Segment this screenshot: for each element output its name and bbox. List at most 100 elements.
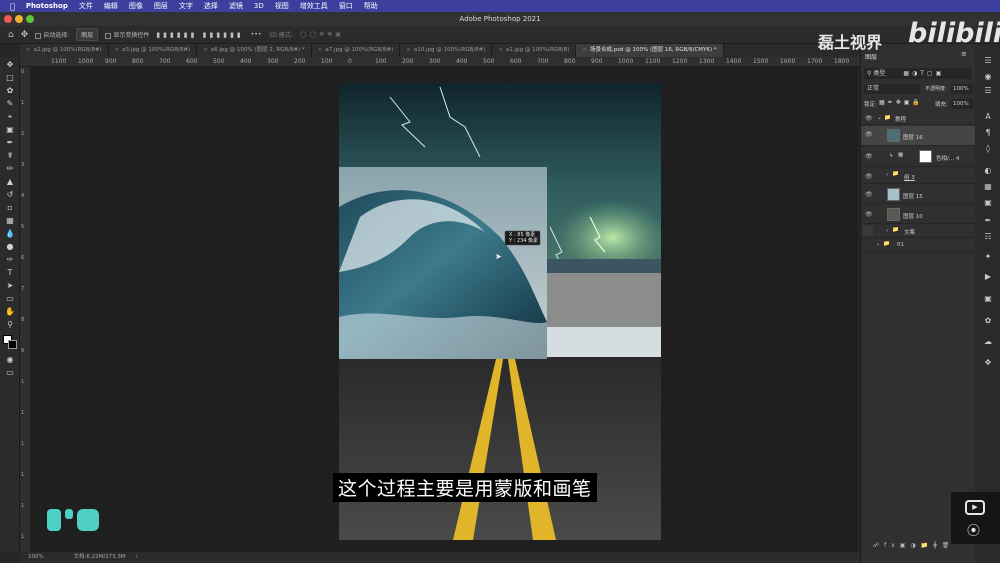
hidden-visibility-toggle[interactable] [863, 226, 873, 236]
auto-select-checkbox[interactable]: 自动选择: [35, 30, 69, 39]
zoom-level[interactable]: 100% [28, 554, 44, 560]
info-icon[interactable]: ▣ [983, 294, 993, 304]
layer-row[interactable]: 👁 图层 15 [861, 185, 976, 204]
home-icon[interactable]: ⌂ [8, 30, 14, 40]
align-icons[interactable]: ▮▮▮▮▮▮ ▮▮▮▮▮▮ [156, 31, 243, 39]
quick-select-icon[interactable]: ✎ [5, 99, 15, 109]
layer-row-selected[interactable]: 👁 图层 16 [861, 126, 976, 146]
move-tool-icon[interactable]: ✥ [21, 30, 29, 40]
layer-row-group[interactable]: › 📁 01 [861, 239, 976, 252]
tv-play-icon[interactable]: ▶ [965, 500, 985, 515]
cloud-icon[interactable]: ☁ [983, 337, 993, 347]
type-tool-icon[interactable]: T [5, 268, 15, 278]
zoom-window-button[interactable] [26, 15, 34, 23]
rectangle-tool-icon[interactable]: ▭ [5, 294, 15, 304]
share-icon[interactable]: ⦿ [967, 520, 980, 539]
layers-panel-icon[interactable]: ☰ [983, 56, 993, 66]
chevron-right-icon[interactable]: › [886, 228, 888, 234]
eraser-tool-icon[interactable]: ▫ [5, 203, 15, 213]
crop-tool-icon[interactable]: ⌖ [5, 112, 15, 122]
chevron-right-icon[interactable]: › [877, 242, 879, 248]
hand-tool-icon[interactable]: ✋ [5, 307, 15, 317]
color-icon[interactable]: ◐ [983, 166, 993, 176]
lasso-tool-icon[interactable]: ✿ [5, 86, 15, 96]
app-menu[interactable]: Photoshop [26, 2, 68, 10]
fill-input[interactable]: 100% [951, 99, 973, 109]
tab-a10[interactable]: × a10.jpg @ 100%(RGB/8#) [400, 44, 493, 57]
panel-menu-icon[interactable]: ≡ [961, 50, 967, 58]
marquee-tool-icon[interactable]: □ [5, 73, 15, 83]
menu-type[interactable]: 文字 [179, 1, 193, 11]
eye-icon[interactable]: 👁 [865, 191, 873, 198]
menu-edit[interactable]: 编辑 [104, 1, 118, 11]
patterns-icon[interactable]: ▣ [983, 198, 993, 208]
layer-row-group[interactable]: 👁 ⌄ 📁 教程 [861, 112, 976, 125]
blur-tool-icon[interactable]: 💧 [5, 229, 15, 239]
color-swatches-icon[interactable] [3, 335, 17, 349]
properties-icon[interactable]: ☶ [983, 232, 993, 242]
layer-row-group[interactable]: 👁 › 📁 组 3 [861, 168, 976, 184]
close-icon[interactable]: × [26, 47, 31, 53]
swatches-icon[interactable]: ▦ [983, 182, 993, 192]
dodge-tool-icon[interactable]: ● [5, 242, 15, 252]
close-icon[interactable]: × [498, 47, 503, 53]
tab-a1[interactable]: × a1.jpg @ 100%(RGB/8) [492, 44, 577, 57]
healing-brush-icon[interactable]: ☤ [5, 151, 15, 161]
close-icon[interactable]: × [406, 47, 411, 53]
layer-row[interactable]: 👁 图层 10 [861, 205, 976, 224]
tab-scene-composite[interactable]: × 场景合成.psd @ 100% (图层 16, RGB/8/CMYK) * [576, 44, 724, 57]
chevron-right-icon[interactable]: › [135, 554, 137, 560]
eye-icon[interactable]: 👁 [865, 211, 873, 218]
menu-3d[interactable]: 3D [254, 2, 264, 10]
menu-plugins[interactable]: 增效工具 [300, 1, 328, 11]
eyedropper-icon[interactable]: ✒ [5, 138, 15, 148]
menu-layer[interactable]: 图层 [154, 1, 168, 11]
minimize-window-button[interactable] [15, 15, 23, 23]
transform-icon[interactable]: ✥ [983, 358, 993, 368]
menu-view[interactable]: 视图 [275, 1, 289, 11]
frame-tool-icon[interactable]: ▣ [5, 125, 15, 135]
blend-mode-dropdown[interactable]: 正常 [864, 84, 920, 94]
history-brush-icon[interactable]: ↺ [5, 190, 15, 200]
zoom-tool-icon[interactable]: ⚲ [5, 320, 15, 330]
tab-a2[interactable]: × a2.jpg @ 100%(RGB/8#) [20, 44, 109, 57]
eye-icon[interactable]: 👁 [865, 173, 873, 180]
play-icon[interactable]: ▶ [983, 272, 993, 282]
close-icon[interactable]: × [318, 47, 323, 53]
character-icon[interactable]: A [983, 112, 993, 122]
screen-mode-icon[interactable]: ▭ [5, 368, 15, 378]
apple-icon[interactable]:  [10, 2, 15, 11]
close-icon[interactable]: × [582, 47, 587, 53]
menu-file[interactable]: 文件 [79, 1, 93, 11]
chevron-down-icon[interactable]: ⌄ [877, 115, 882, 121]
filter-icons[interactable]: ▦◑T▢▣ [903, 70, 944, 77]
layer-row-adjustment[interactable]: 👁 ↳ ▦ 色相/... 4 [861, 147, 976, 167]
path-select-icon[interactable]: ➤ [5, 281, 15, 291]
channels-icon[interactable]: ◉ [983, 72, 993, 82]
lock-icons[interactable]: ▦✒✥▣🔒 [879, 99, 923, 106]
more-icon[interactable]: ••• [251, 31, 262, 38]
quick-mask-icon[interactable]: ◉ [5, 355, 15, 365]
chevron-right-icon[interactable]: › [886, 172, 888, 178]
tools-preset-icon[interactable]: ✦ [983, 252, 993, 262]
menu-select[interactable]: 选择 [204, 1, 218, 11]
gradient-tool-icon[interactable]: ▦ [5, 216, 15, 226]
close-window-button[interactable] [4, 15, 12, 23]
show-transform-checkbox[interactable]: 显示变换控件 [105, 30, 149, 39]
panel-title[interactable]: 图层 [865, 52, 877, 61]
menu-filter[interactable]: 滤镜 [229, 1, 243, 11]
paragraph-icon[interactable]: ¶ [983, 128, 993, 138]
eye-icon[interactable]: 👁 [865, 153, 873, 160]
menu-window[interactable]: 窗口 [339, 1, 353, 11]
layer-actions[interactable]: ☍fx▣◑📁╋🗑 [873, 542, 954, 549]
tab-a3[interactable]: × a3.jpg @ 100%(RGB/8#) [108, 44, 198, 57]
menu-image[interactable]: 图像 [129, 1, 143, 11]
opacity-input[interactable]: 100% [951, 84, 973, 94]
tab-a6[interactable]: × a6.jpg @ 100% (图层 2, RGB/8#) * [197, 44, 312, 57]
styles-icon[interactable]: ✿ [983, 316, 993, 326]
tab-a7[interactable]: × a7.jpg @ 100%(RGB/8#) [311, 44, 401, 57]
layer-filter[interactable]: ⚲ 类型 ▦◑T▢▣ [864, 68, 972, 79]
glyphs-icon[interactable]: ◊ [983, 144, 993, 154]
menu-help[interactable]: 帮助 [364, 1, 378, 11]
close-icon[interactable]: × [203, 47, 208, 53]
